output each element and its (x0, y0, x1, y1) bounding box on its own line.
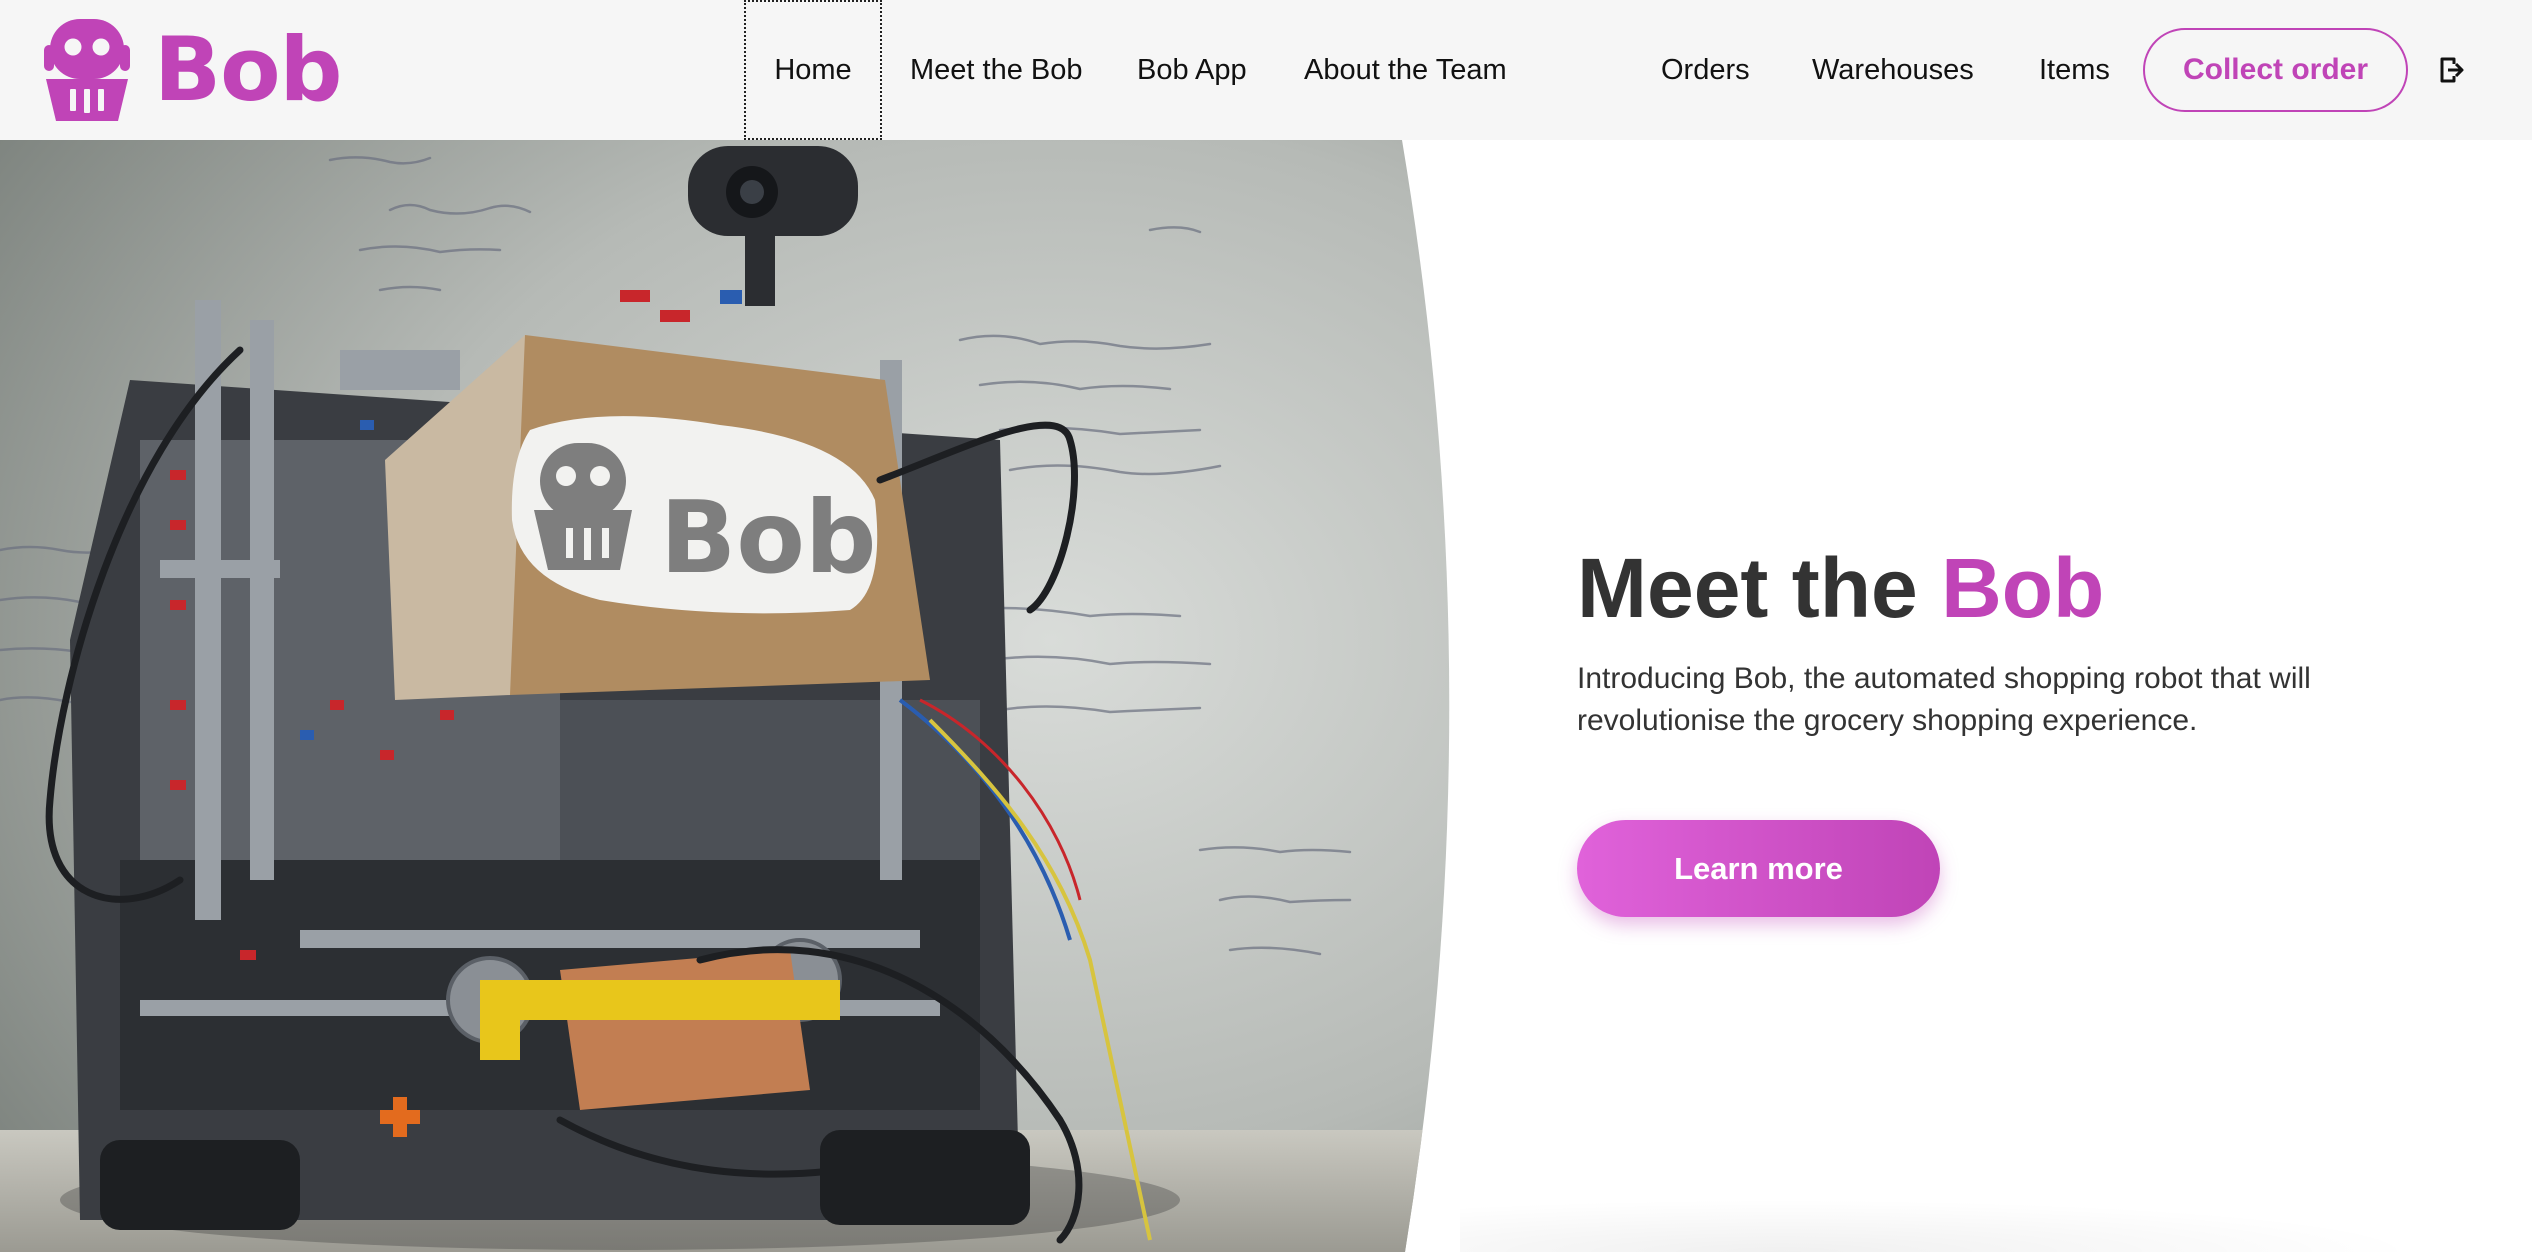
hero-robot-photo: Bob (0, 140, 1450, 1252)
nav-orders[interactable]: Orders (1661, 0, 1750, 140)
learn-more-button[interactable]: Learn more (1577, 820, 1940, 917)
robot-icon (44, 19, 130, 121)
logout-icon (2440, 57, 2464, 83)
photo-sign-text: Bob (660, 479, 877, 596)
navbar: Bob Home Meet the Bob Bob App About the … (0, 0, 2532, 140)
collect-order-button[interactable]: Collect order (2143, 28, 2408, 112)
nav-bob-app[interactable]: Bob App (1137, 0, 1247, 140)
hero-content: Meet the Bob Introducing Bob, the automa… (1577, 540, 2397, 917)
nav-home[interactable]: Home (744, 0, 882, 140)
hero-subtitle: Introducing Bob, the automated shopping … (1577, 662, 2311, 737)
brand-name: Bob (154, 18, 343, 121)
hero-title: Meet the Bob (1577, 540, 2397, 636)
nav-about-the-team[interactable]: About the Team (1304, 0, 1507, 140)
nav-items[interactable]: Items (2039, 0, 2110, 140)
nav-warehouses[interactable]: Warehouses (1812, 0, 1974, 140)
brand-logo-link[interactable]: Bob (44, 18, 343, 122)
hero-title-accent: Bob (1941, 541, 2105, 635)
bottom-shadow (1460, 1190, 2532, 1252)
nav-meet-the-bob[interactable]: Meet the Bob (910, 0, 1083, 140)
logout-button[interactable] (2434, 52, 2470, 88)
hero-title-prefix: Meet the (1577, 541, 1942, 635)
